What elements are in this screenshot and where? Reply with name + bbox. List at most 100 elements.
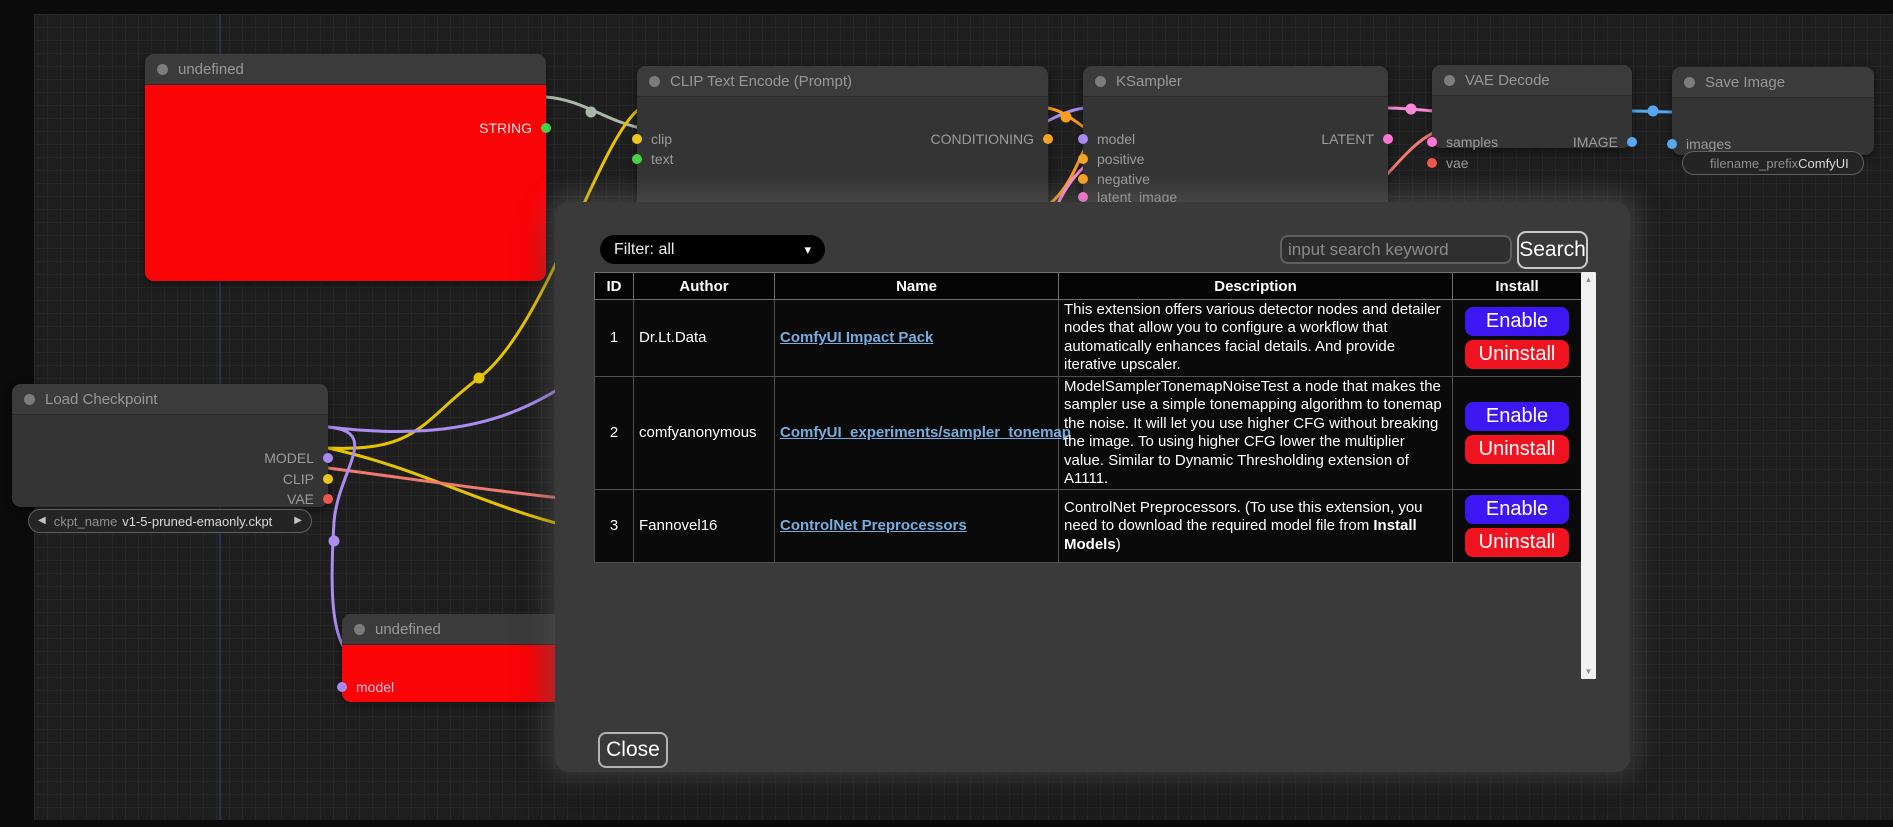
node-collapse-dot-icon[interactable] [1095, 76, 1106, 87]
output-slot-string[interactable]: STRING [479, 123, 532, 133]
node-collapse-dot-icon[interactable] [1444, 75, 1455, 86]
enable-button[interactable]: Enable [1465, 495, 1569, 524]
extension-table: IDAuthorNameDescriptionInstall 1Dr.Lt.Da… [594, 272, 1582, 563]
output-slot-image[interactable]: IMAGE [1573, 137, 1618, 147]
node-load-checkpoint[interactable]: Load Checkpoint MODEL CLIP VAE ◀ ckpt_na… [12, 384, 328, 507]
node-title-bar[interactable]: Save Image [1672, 67, 1874, 98]
output-dot-model[interactable] [323, 453, 333, 463]
input-slot-vae[interactable]: vae [1446, 158, 1469, 168]
node-body: STRING [145, 85, 546, 281]
node-title-bar[interactable]: CLIP Text Encode (Prompt) [637, 66, 1048, 97]
node-title-bar[interactable]: undefined [145, 54, 546, 85]
cell-name: ComfyUI Impact Pack [775, 300, 1059, 377]
ckpt-name-value: v1-5-pruned-emaonly.ckpt [122, 514, 294, 529]
input-dot-vae[interactable] [1427, 158, 1437, 168]
extension-table-container: IDAuthorNameDescriptionInstall 1Dr.Lt.Da… [594, 272, 1596, 679]
input-dot-clip[interactable] [632, 134, 642, 144]
cell-name: ControlNet Preprocessors [775, 490, 1059, 563]
output-slot-clip[interactable]: CLIP [283, 474, 314, 484]
node-body: images filename_prefix ComfyUI [1672, 98, 1874, 155]
increment-arrow-icon[interactable]: ▶ [294, 510, 302, 532]
output-slot-conditioning[interactable]: CONDITIONING [931, 134, 1034, 144]
search-input[interactable] [1280, 235, 1512, 264]
node-title: Load Checkpoint [45, 391, 158, 408]
input-dot-latent-image[interactable] [1078, 192, 1088, 202]
column-header-name: Name [775, 273, 1059, 300]
uninstall-button[interactable]: Uninstall [1465, 340, 1569, 369]
scroll-up-icon[interactable]: ▲ [1581, 275, 1596, 284]
cell-author: comfyanonymous [634, 376, 775, 490]
input-slot-negative[interactable]: negative [1097, 174, 1150, 184]
node-undefined-bottom[interactable]: undefined model [342, 614, 568, 702]
input-slot-text[interactable]: text [651, 154, 674, 164]
output-dot-vae[interactable] [323, 494, 333, 504]
node-title-bar[interactable]: undefined [342, 614, 568, 645]
column-header-install: Install [1453, 273, 1582, 300]
output-dot-string[interactable] [541, 123, 551, 133]
comfyui-app: undefined STRING CLIP Text Encode (Promp… [0, 0, 1893, 827]
input-slot-samples[interactable]: samples [1446, 137, 1498, 147]
scroll-down-icon[interactable]: ▼ [1581, 667, 1596, 676]
cell-description: This extension offers various detector n… [1059, 300, 1453, 377]
decrement-arrow-icon[interactable]: ◀ [38, 510, 46, 532]
input-slot-model[interactable]: model [1097, 134, 1135, 144]
ckpt-name-label: ckpt_name [54, 514, 118, 529]
ckpt-name-widget[interactable]: ◀ ckpt_name v1-5-pruned-emaonly.ckpt ▶ [28, 509, 312, 533]
column-header-author: Author [634, 273, 775, 300]
table-scrollbar[interactable]: ▲ ▼ [1581, 272, 1596, 679]
output-dot-latent[interactable] [1383, 134, 1393, 144]
uninstall-button[interactable]: Uninstall [1465, 528, 1569, 557]
input-dot-images[interactable] [1667, 139, 1677, 149]
filename-prefix-widget[interactable]: filename_prefix ComfyUI [1682, 151, 1864, 175]
table-row: 1Dr.Lt.DataComfyUI Impact PackThis exten… [595, 300, 1582, 377]
cell-id: 1 [595, 300, 634, 377]
extension-link[interactable]: ControlNet Preprocessors [780, 517, 967, 534]
output-slot-latent[interactable]: LATENT [1321, 134, 1374, 144]
input-dot-positive[interactable] [1078, 154, 1088, 164]
node-collapse-dot-icon[interactable] [157, 64, 168, 75]
output-dot-image[interactable] [1627, 137, 1637, 147]
node-body: samples vae IMAGE [1432, 96, 1632, 148]
input-dot-text[interactable] [632, 154, 642, 164]
cell-id: 2 [595, 376, 634, 490]
cell-id: 3 [595, 490, 634, 563]
output-slot-vae[interactable]: VAE [287, 494, 314, 504]
close-button[interactable]: Close [598, 732, 668, 768]
input-slot-positive[interactable]: positive [1097, 154, 1144, 164]
node-title: Save Image [1705, 74, 1785, 91]
uninstall-button[interactable]: Uninstall [1465, 435, 1569, 464]
input-slot-clip[interactable]: clip [651, 134, 672, 144]
input-slot-images[interactable]: images [1686, 139, 1731, 149]
extension-link[interactable]: ComfyUI Impact Pack [780, 329, 933, 346]
node-save-image[interactable]: Save Image images filename_prefix ComfyU… [1672, 67, 1874, 155]
output-dot-conditioning[interactable] [1043, 134, 1053, 144]
extension-link[interactable]: ComfyUI_experiments/sampler_tonemap [780, 424, 1071, 441]
search-button[interactable]: Search [1517, 231, 1588, 269]
filename-prefix-value: ComfyUI [1798, 156, 1855, 171]
filename-prefix-label: filename_prefix [1710, 156, 1798, 171]
filter-select[interactable]: Filter: all ▾ [600, 235, 825, 264]
input-slot-latent-image[interactable]: latent_image [1097, 192, 1177, 202]
node-vae-decode[interactable]: VAE Decode samples vae IMAGE [1432, 65, 1632, 148]
input-dot-model[interactable] [1078, 134, 1088, 144]
node-title-bar[interactable]: VAE Decode [1432, 65, 1632, 96]
enable-button[interactable]: Enable [1465, 307, 1569, 336]
node-title-bar[interactable]: KSampler [1083, 66, 1388, 97]
node-title: KSampler [1116, 73, 1182, 90]
output-slot-model[interactable]: MODEL [264, 453, 314, 463]
input-dot-negative[interactable] [1078, 174, 1088, 184]
node-ksampler[interactable]: KSampler model positive negative latent_… [1083, 66, 1388, 216]
node-collapse-dot-icon[interactable] [649, 76, 660, 87]
output-dot-clip[interactable] [323, 474, 333, 484]
enable-button[interactable]: Enable [1465, 402, 1569, 431]
node-title-bar[interactable]: Load Checkpoint [12, 384, 328, 415]
cell-author: Fannovel16 [634, 490, 775, 563]
input-dot-model[interactable] [337, 682, 347, 692]
input-dot-samples[interactable] [1427, 137, 1437, 147]
node-collapse-dot-icon[interactable] [1684, 77, 1695, 88]
node-title: CLIP Text Encode (Prompt) [670, 73, 852, 90]
node-undefined-top[interactable]: undefined STRING [145, 54, 546, 281]
input-slot-model[interactable]: model [356, 682, 394, 692]
node-collapse-dot-icon[interactable] [354, 624, 365, 635]
node-collapse-dot-icon[interactable] [24, 394, 35, 405]
